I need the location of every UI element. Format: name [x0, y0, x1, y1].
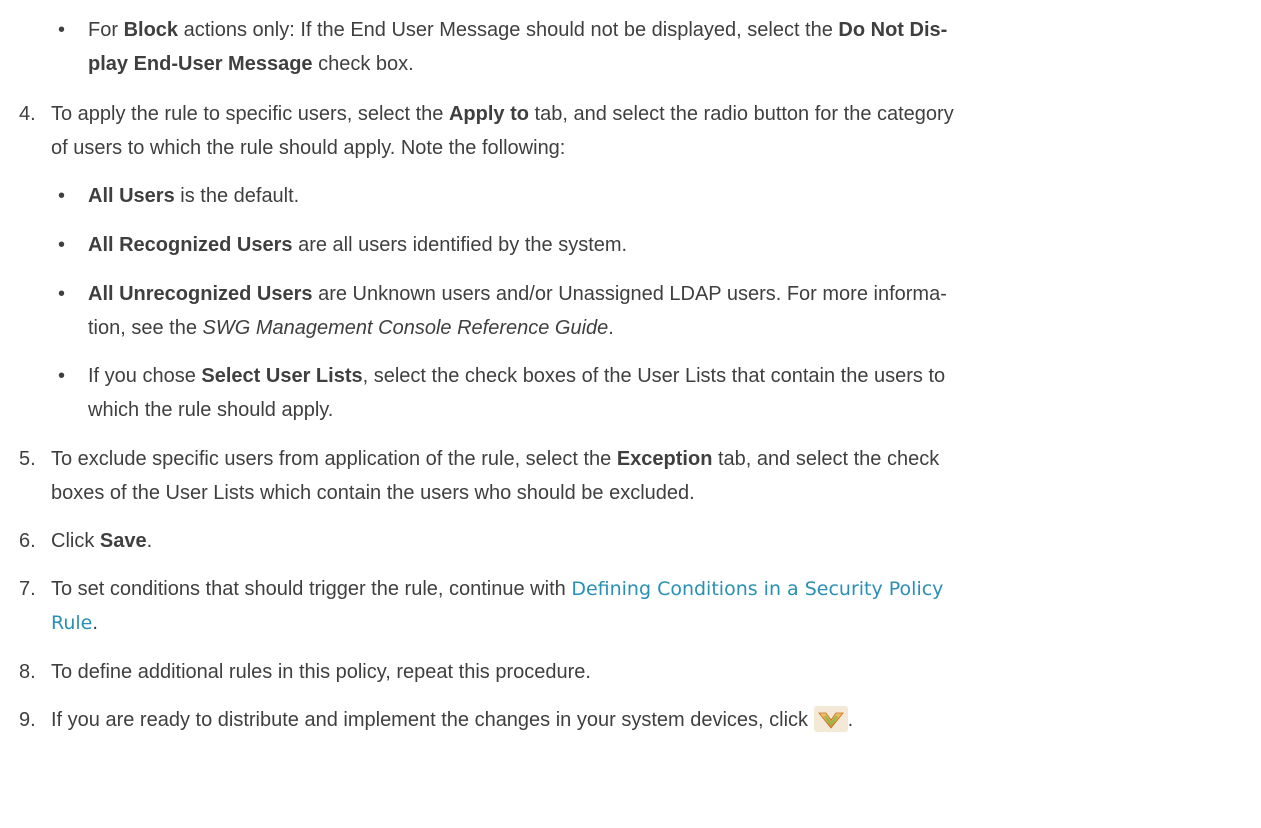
list-item-text: All Users is the default. — [88, 185, 300, 207]
list-item-text: For Block actions only: If the End User … — [88, 19, 948, 75]
step-text: To apply the rule to specific users, sel… — [51, 103, 954, 159]
step-number: 8. — [19, 661, 36, 683]
defining-conditions-link[interactable]: Defining Conditions in a Security Policy — [571, 578, 943, 600]
step-number: 4. — [19, 103, 36, 125]
step-number: 9. — [19, 709, 36, 731]
step-text: Click Save. — [51, 530, 153, 552]
list-item-text: All Unrecognized Users are Unknown users… — [88, 283, 947, 339]
step-number: 5. — [19, 448, 36, 470]
step-text: If you are ready to distribute and imple… — [51, 703, 1221, 737]
step-number: 7. — [19, 578, 36, 600]
deploy-changes-icon[interactable] — [813, 706, 848, 732]
step-text: To set conditions that should trigger th… — [51, 578, 944, 634]
bullet: • — [58, 283, 66, 305]
defining-conditions-link-cont[interactable]: Rule — [51, 612, 92, 634]
bullet: • — [58, 19, 66, 41]
bullet: • — [58, 234, 66, 256]
list-item-text: All Recognized Users are all users ident… — [88, 234, 628, 256]
step-text: To define additional rules in this polic… — [51, 661, 591, 683]
bullet: • — [58, 365, 66, 387]
bullet: • — [58, 185, 66, 207]
step-number: 6. — [19, 530, 36, 552]
list-item-text: If you chose Select User Lists, select t… — [88, 365, 946, 421]
step-text: To exclude specific users from applicati… — [51, 448, 940, 504]
